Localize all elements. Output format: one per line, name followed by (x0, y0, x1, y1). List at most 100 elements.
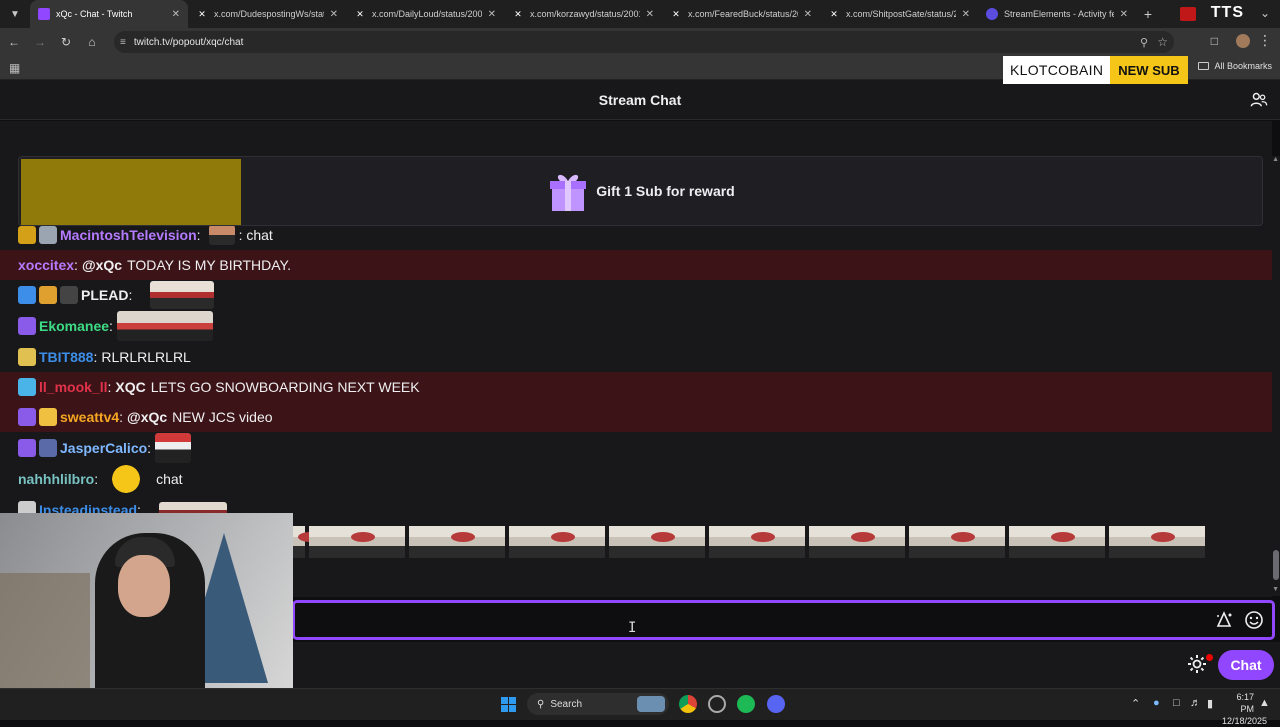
tab-close-icon[interactable]: ✕ (962, 9, 970, 20)
chat-username[interactable]: MacintoshTelevision (60, 227, 197, 243)
chat-badge-icon[interactable] (18, 317, 36, 335)
window-chevron-icon[interactable]: ⌄ (1260, 6, 1270, 20)
browser-tab[interactable]: StreamElements - Activity feed ✕ (978, 0, 1136, 28)
chat-message: nahhhlilbro: chat (0, 464, 1272, 494)
chat-badge-icon[interactable] (60, 286, 78, 304)
scroll-down-icon[interactable]: ▼ (1272, 586, 1279, 593)
webcam-overlay (0, 513, 293, 700)
discord-taskbar-icon[interactable] (767, 695, 785, 713)
chat-username[interactable]: xoccitex (18, 257, 74, 273)
forward-arrow-icon[interactable]: → (28, 30, 52, 54)
chat-message: sweattv4: @xQc NEW JCS video (0, 402, 1272, 432)
scrollbar-thumb[interactable] (1273, 550, 1279, 580)
all-bookmarks-button[interactable]: All Bookmarks (1198, 61, 1272, 71)
back-arrow-icon[interactable]: ← (2, 30, 26, 54)
chat-message-input[interactable] (295, 603, 1214, 637)
battery-icon[interactable]: ▮ (1207, 697, 1213, 710)
tab-close-icon[interactable]: ✕ (172, 9, 180, 20)
network-icon[interactable]: □ (1173, 697, 1180, 709)
browser-tab[interactable]: ✕ x.com/ShitpostGate/status/200 ✕ (820, 0, 978, 28)
chat-message-text: : chat (238, 227, 273, 243)
mute-indicator-icon (1180, 7, 1196, 21)
volume-icon[interactable]: ♬ (1190, 697, 1201, 709)
chat-message: TBIT888: RLRLRLRLRL (0, 342, 1272, 372)
chat-mention[interactable]: @xQc (82, 257, 122, 273)
emote-thumbnail-icon (309, 526, 405, 558)
chat-settings-gear-icon[interactable] (1186, 653, 1208, 675)
tray-chevron-icon[interactable]: ⌃ (1131, 697, 1140, 710)
chat-mention[interactable]: @xQc (127, 409, 167, 425)
taskbar-clock[interactable]: 6:17 PM 12/18/2025 (1222, 691, 1267, 727)
steam-taskbar-icon[interactable] (708, 695, 726, 713)
gift-sub-banner[interactable]: Gift 1 Sub for reward (18, 156, 1263, 226)
chat-username[interactable]: Ekomanee (39, 318, 109, 334)
chat-badge-icon[interactable] (18, 378, 36, 396)
tab-close-icon[interactable]: ✕ (1120, 9, 1128, 20)
url-field[interactable]: ≡ twitch.tv/popout/xqc/chat ⚲ ☆ (114, 31, 1174, 53)
tab-label: x.com/DailyLoud/status/20017 (372, 9, 482, 19)
chat-send-button[interactable]: Chat (1218, 650, 1274, 680)
apps-grid-icon[interactable]: ▦ (9, 61, 20, 75)
notification-bell-icon[interactable]: ▲ (1259, 697, 1270, 709)
emote-thumbnail-icon (1009, 526, 1105, 558)
new-sub-alert: KLOTCOBAIN NEW SUB (1003, 56, 1188, 84)
chat-badge-icon[interactable] (18, 286, 36, 304)
sub-alert-username: KLOTCOBAIN (1003, 56, 1111, 84)
chat-input-box[interactable] (292, 600, 1275, 640)
chat-username[interactable]: sweattv4 (60, 409, 119, 425)
browser-tab[interactable]: ✕ x.com/FearedBuck/status/2001 ✕ (662, 0, 820, 28)
profile-avatar-icon[interactable] (1236, 34, 1250, 48)
windows-start-icon[interactable] (501, 697, 516, 712)
browser-tab[interactable]: ✕ x.com/DudespostingWs/status ✕ (188, 0, 346, 28)
browser-tab[interactable]: ✕ x.com/korzawyd/status/20013 ✕ (504, 0, 662, 28)
tab-close-icon[interactable]: ✕ (646, 9, 654, 20)
browser-tab[interactable]: xQc - Chat - Twitch ✕ (30, 0, 188, 28)
bits-icon[interactable] (1214, 610, 1234, 630)
chat-badge-icon[interactable] (39, 439, 57, 457)
extensions-icon[interactable]: □ (1211, 34, 1218, 48)
chat-emote-icon[interactable] (155, 433, 192, 463)
chat-username[interactable]: JasperCalico (60, 440, 147, 456)
chat-badge-icon[interactable] (39, 408, 57, 426)
chrome-taskbar-icon[interactable] (679, 695, 697, 713)
browser-menu-icon[interactable]: ⋮ (1258, 32, 1272, 49)
bookmark-star-icon[interactable]: ☆ (1157, 35, 1168, 49)
tab-search-chevron-icon[interactable]: ▼ (0, 0, 30, 28)
chat-badge-icon[interactable] (39, 226, 57, 244)
scroll-up-icon[interactable]: ▲ (1272, 156, 1279, 163)
chat-badge-icon[interactable] (39, 286, 57, 304)
new-tab-button[interactable]: + (1136, 6, 1160, 22)
chat-emote-icon[interactable] (208, 225, 235, 245)
taskbar-search-box[interactable]: ⚲ Search (527, 693, 669, 715)
tts-overlay-label: TTS (1210, 4, 1244, 21)
chat-username[interactable]: ll_mook_ll (39, 379, 107, 395)
chat-badge-icon[interactable] (18, 439, 36, 457)
tab-close-icon[interactable]: ✕ (804, 9, 812, 20)
community-users-icon[interactable] (1250, 91, 1268, 109)
chat-username[interactable]: nahhhlilbro (18, 471, 94, 487)
taskbar-time: 6:17 PM (1236, 692, 1254, 714)
microphone-icon[interactable]: ● (1153, 697, 1160, 709)
chat-emote-icon[interactable] (106, 464, 147, 494)
tab-close-icon[interactable]: ✕ (488, 9, 496, 20)
tab-label: x.com/korzawyd/status/20013 (530, 9, 640, 19)
home-icon[interactable]: ⌂ (80, 30, 104, 54)
chat-emote-icon[interactable] (116, 311, 213, 341)
emote-picker-icon[interactable] (1244, 610, 1264, 630)
chat-badge-icon[interactable] (18, 408, 36, 426)
chat-message: Ekomanee: (0, 311, 1272, 341)
reload-icon[interactable]: ↻ (54, 30, 78, 54)
chat-scrollbar[interactable] (1272, 156, 1280, 596)
site-info-icon[interactable]: ≡ (120, 37, 126, 48)
browser-tab[interactable]: ✕ x.com/DailyLoud/status/20017 ✕ (346, 0, 504, 28)
zoom-icon[interactable]: ⚲ (1140, 36, 1148, 49)
chat-badge-icon[interactable] (18, 226, 36, 244)
url-text: twitch.tv/popout/xqc/chat (133, 36, 244, 48)
chat-badge-icon[interactable] (18, 348, 36, 366)
chat-username[interactable]: PLEAD (81, 287, 128, 303)
chat-emote-icon[interactable] (150, 281, 215, 309)
chat-username[interactable]: TBIT888 (39, 349, 93, 365)
chat-mention[interactable]: XQC (115, 379, 145, 395)
tab-close-icon[interactable]: ✕ (330, 9, 338, 20)
spotify-taskbar-icon[interactable] (737, 695, 755, 713)
